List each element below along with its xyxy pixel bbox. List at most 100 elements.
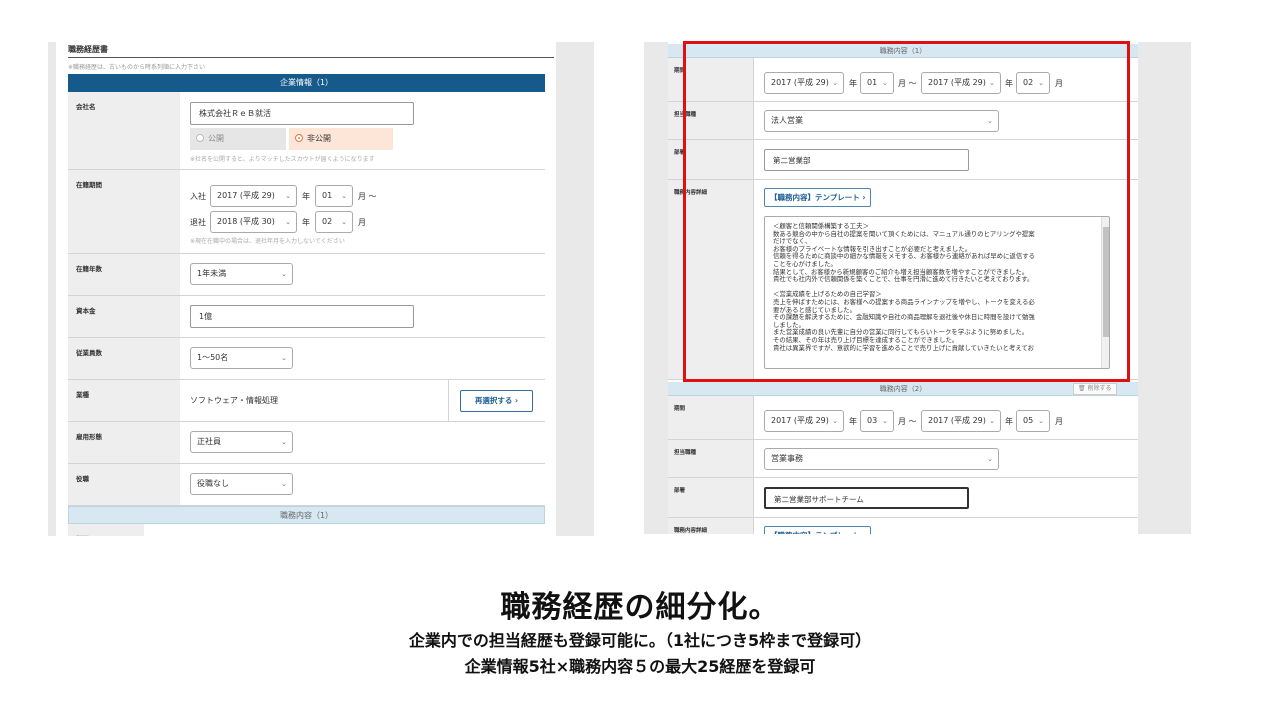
capital-label: 資本金 bbox=[68, 296, 180, 337]
duty2-to-month-select[interactable]: 05 ⌄ bbox=[1016, 410, 1050, 432]
public-label: 公開 bbox=[208, 134, 224, 143]
employees-label: 従業員数 bbox=[68, 338, 180, 379]
industry-label: 業種 bbox=[68, 380, 180, 421]
duty-section-header: 職務内容（1） bbox=[68, 506, 545, 524]
company-name-hint: ※社名を公開すると、よりマッチしたスカウトが届くようになります bbox=[190, 156, 375, 163]
employees-select[interactable]: 1〜50名 ⌄ bbox=[190, 347, 293, 369]
month-tilde: 月 〜 bbox=[898, 417, 917, 426]
duty2-role-select[interactable]: 営業事務 ⌄ bbox=[764, 448, 999, 470]
company-section-header: 企業情報（1） bbox=[68, 74, 545, 92]
duty2-template-button[interactable]: 【職務内容】テンプレート › bbox=[764, 526, 872, 534]
year-unit: 年 bbox=[302, 192, 310, 201]
chronological-note: ※職務経歴は、古いものから時系列順に入力下さい bbox=[68, 64, 206, 71]
reselect-button[interactable]: 再選択する › bbox=[460, 390, 533, 412]
caption-subtitle-2: 企業情報5社×職務内容５の最大25経歴を登録可 bbox=[464, 657, 816, 676]
position-label: 役職 bbox=[68, 464, 180, 505]
join-year-select[interactable]: 2017 (平成 29) ⌄ bbox=[210, 185, 297, 207]
role-value: 営業事務 bbox=[771, 454, 803, 463]
private-label: 非公開 bbox=[307, 134, 331, 143]
chevron-down-icon: ⌄ bbox=[285, 218, 291, 226]
month-unit: 月 bbox=[1055, 417, 1063, 426]
company-name-row: 会社名 株式会社ＲｅＢ就活 公開 非公開 ※社名を公開すると、よりマッチしたスカ… bbox=[68, 92, 545, 170]
chevron-down-icon: ⌄ bbox=[341, 192, 347, 200]
leave-month-value: 02 bbox=[322, 217, 333, 226]
month-unit: 月 bbox=[358, 218, 366, 227]
duty2-detail-row: 職務内容詳細 【職務内容】テンプレート › bbox=[668, 518, 1138, 534]
capital-input[interactable]: 1億 bbox=[190, 305, 414, 328]
radio-selected-icon bbox=[295, 134, 303, 142]
duty2-period-label: 期間 bbox=[668, 396, 754, 439]
page-title: 職務経歴書 bbox=[68, 45, 108, 54]
chevron-down-icon: ⌄ bbox=[832, 417, 838, 425]
position-value: 役職なし bbox=[197, 479, 229, 488]
position-select[interactable]: 役職なし ⌄ bbox=[190, 473, 293, 495]
join-month-select[interactable]: 01 ⌄ bbox=[315, 185, 353, 207]
radio-icon bbox=[196, 134, 204, 142]
year-value: 2017 (平成 29) bbox=[928, 416, 986, 425]
duty2-to-year-select[interactable]: 2017 (平成 29) ⌄ bbox=[921, 410, 1001, 432]
career-form-page: 職務経歴書 ※職務経歴は、古いものから時系列順に入力下さい 企業情報（1） 会社… bbox=[56, 42, 556, 536]
month-tilde: 月 〜 bbox=[358, 192, 377, 201]
chevron-down-icon: ⌄ bbox=[1038, 417, 1044, 425]
duty2-period-row: 期間 2017 (平成 29) ⌄ 年 03 ⌄ 月 〜 2017 (平成 29) ⌄… bbox=[668, 396, 1138, 440]
duty2-delete-button[interactable]: 🗑 削除する bbox=[1073, 383, 1117, 395]
leave-month-select[interactable]: 02 ⌄ bbox=[315, 211, 353, 233]
duty2-header: 職務内容（2） bbox=[668, 382, 1138, 396]
year-unit: 年 bbox=[849, 417, 857, 426]
leave-prefix: 退社 bbox=[190, 218, 206, 227]
chevron-down-icon: ⌄ bbox=[281, 480, 287, 488]
employment-type-select[interactable]: 正社員 ⌄ bbox=[190, 431, 293, 453]
employees-row: 従業員数 1〜50名 ⌄ bbox=[68, 338, 545, 380]
chevron-down-icon: ⌄ bbox=[285, 192, 291, 200]
duty2-role-row: 担当職種 営業事務 ⌄ bbox=[668, 440, 1138, 478]
join-month-value: 01 bbox=[322, 191, 333, 200]
highlight-frame bbox=[683, 41, 1130, 382]
chevron-down-icon: ⌄ bbox=[989, 417, 995, 425]
leave-year-select[interactable]: 2018 (平成 30) ⌄ bbox=[210, 211, 297, 233]
employment-type-row: 雇用形態 正社員 ⌄ bbox=[68, 422, 545, 464]
leave-year-value: 2018 (平成 30) bbox=[217, 217, 275, 226]
duty2-detail-label: 職務内容詳細 bbox=[668, 518, 754, 534]
duty2-from-month-select[interactable]: 03 ⌄ bbox=[860, 410, 894, 432]
company-name-label: 会社名 bbox=[68, 92, 180, 169]
left-screenshot-panel: 職務経歴書 ※職務経歴は、古いものから時系列順に入力下さい 企業情報（1） 会社… bbox=[48, 42, 594, 536]
employment-type-label: 雇用形態 bbox=[68, 422, 180, 463]
year-value: 2017 (平成 29) bbox=[771, 416, 829, 425]
employment-period-row: 在籍期間 入社 2017 (平成 29) ⌄ 年 01 ⌄ 月 〜 退社 2018 … bbox=[68, 170, 545, 254]
month-value: 05 bbox=[1023, 416, 1034, 425]
divider bbox=[448, 380, 449, 422]
month-value: 03 bbox=[867, 416, 878, 425]
industry-value: ソフトウェア・情報処理 bbox=[190, 396, 278, 405]
join-prefix: 入社 bbox=[190, 192, 206, 201]
duty2-dept-row: 部署 第二営業部サポートチーム bbox=[668, 478, 1138, 518]
tenure-select[interactable]: 1年未満 ⌄ bbox=[190, 263, 293, 285]
public-radio[interactable]: 公開 bbox=[190, 128, 286, 150]
chevron-down-icon: ⌄ bbox=[281, 270, 287, 278]
tenure-label: 在籍年数 bbox=[68, 254, 180, 295]
year-unit: 年 bbox=[1005, 417, 1013, 426]
private-radio[interactable]: 非公開 bbox=[289, 128, 393, 150]
industry-row: 業種 ソフトウェア・情報処理 再選択する › bbox=[68, 380, 545, 422]
duty-period-label: 期間 bbox=[68, 524, 144, 536]
company-name-input[interactable]: 株式会社ＲｅＢ就活 bbox=[190, 102, 414, 125]
chevron-down-icon: ⌄ bbox=[281, 354, 287, 362]
period-hint: ※現在在職中の場合は、退社年月を入力しないでください bbox=[190, 238, 345, 245]
period-label: 在籍期間 bbox=[68, 170, 180, 253]
year-unit: 年 bbox=[302, 218, 310, 227]
employees-value: 1〜50名 bbox=[197, 353, 229, 362]
tenure-row: 在籍年数 1年未満 ⌄ bbox=[68, 254, 545, 296]
duty2-dept-label: 部署 bbox=[668, 478, 754, 517]
title-divider bbox=[68, 57, 554, 58]
position-row: 役職 役職なし ⌄ bbox=[68, 464, 545, 506]
join-year-value: 2017 (平成 29) bbox=[217, 191, 275, 200]
caption-subtitle-1: 企業内での担当経歴も登録可能に。（1社につき5枠まで登録可） bbox=[408, 631, 872, 650]
chevron-down-icon: ⌄ bbox=[281, 438, 287, 446]
chevron-down-icon: ⌄ bbox=[341, 218, 347, 226]
capital-row: 資本金 1億 bbox=[68, 296, 545, 338]
caption-title: 職務経歴の細分化。 bbox=[500, 590, 780, 625]
duty2-from-year-select[interactable]: 2017 (平成 29) ⌄ bbox=[764, 410, 844, 432]
duty2-dept-input[interactable]: 第二営業部サポートチーム bbox=[764, 487, 969, 509]
tenure-value: 1年未満 bbox=[197, 269, 227, 278]
chevron-down-icon: ⌄ bbox=[987, 455, 993, 463]
duty-period-row: 期間 bbox=[68, 524, 545, 536]
